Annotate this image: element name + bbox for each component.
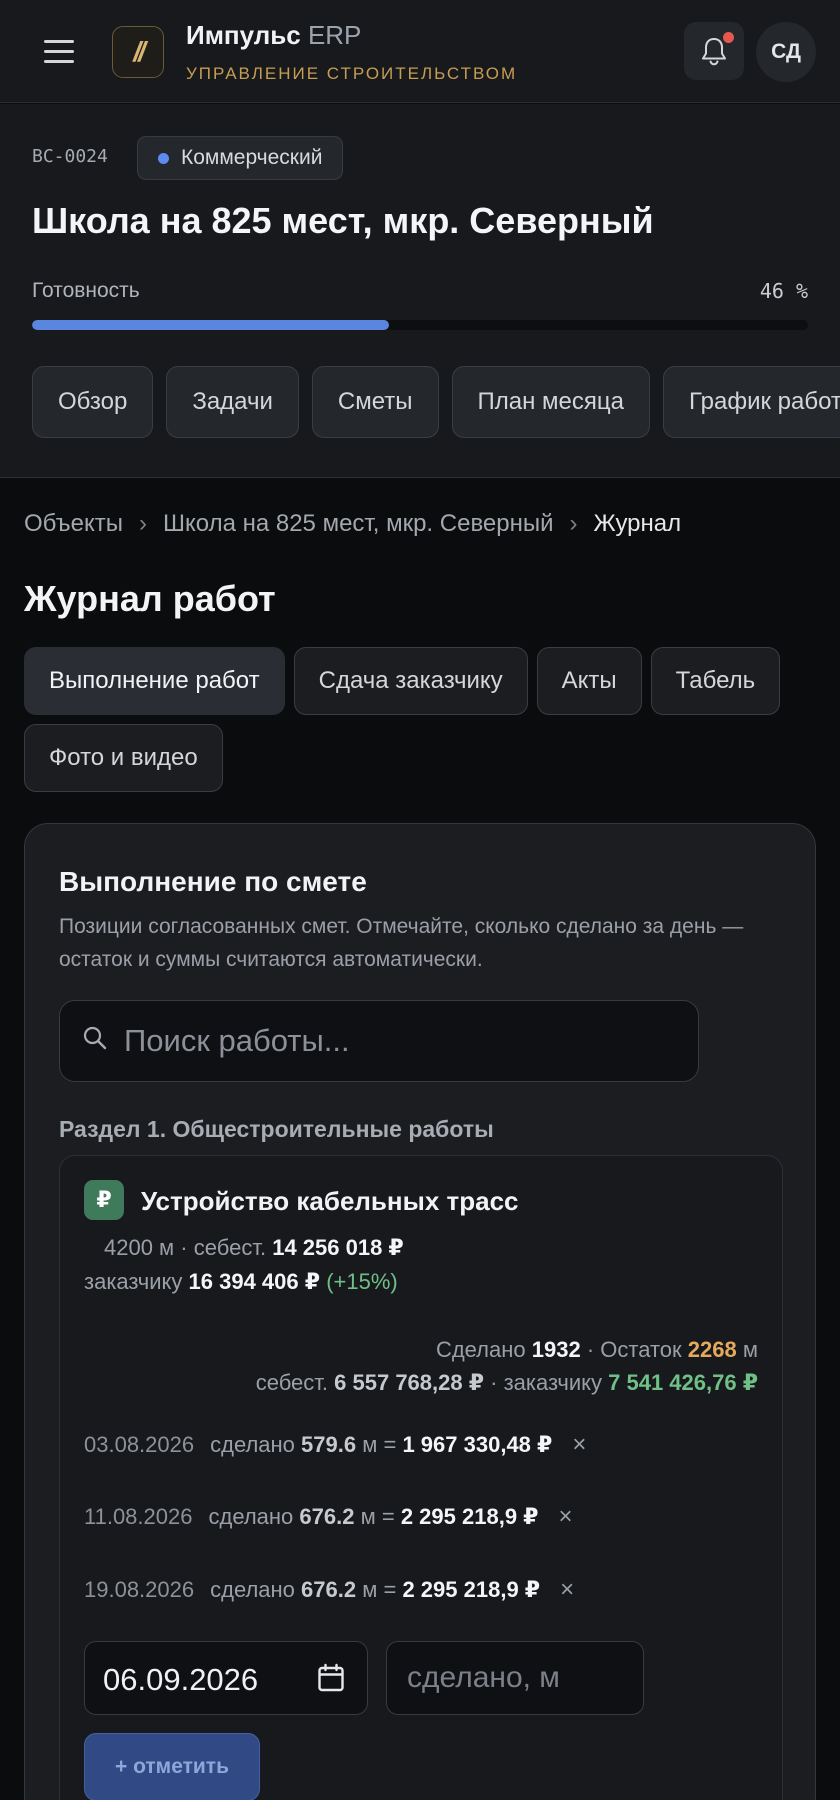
done-cost-label: себест. bbox=[255, 1370, 329, 1395]
card-title: Выполнение по смете bbox=[59, 866, 367, 897]
project-tab-schedule[interactable]: График работ bbox=[663, 366, 840, 438]
work-item-customer-label: заказчику bbox=[84, 1269, 183, 1294]
notifications-button[interactable] bbox=[684, 22, 744, 80]
logo: // bbox=[112, 26, 164, 78]
breadcrumb-item-current: Журнал bbox=[593, 510, 682, 537]
log-entry-qty: 676.2 bbox=[299, 1504, 355, 1529]
log-entry-date: 19.08.2026 bbox=[84, 1577, 195, 1602]
log-entry-date: 11.08.2026 bbox=[84, 1504, 193, 1529]
breadcrumb: Объекты › Школа на 825 мест, мкр. Северн… bbox=[24, 510, 681, 538]
work-item-cost-value: 14 256 018 ₽ bbox=[272, 1235, 404, 1260]
work-item-progress-summary: Сделано 1932 · Остаток 2268 м bbox=[435, 1337, 758, 1362]
readiness-value: 46 % bbox=[759, 279, 808, 303]
log-entry-sum: 2 295 218,9 ₽ bbox=[400, 1504, 539, 1529]
work-item-customer-value: 16 394 406 ₽ bbox=[188, 1269, 321, 1294]
work-item-markup: (+15%) bbox=[326, 1269, 398, 1294]
log-entry-date: 03.08.2026 bbox=[84, 1432, 195, 1457]
delete-entry-icon[interactable]: × bbox=[572, 1431, 586, 1459]
search-icon bbox=[83, 1026, 107, 1050]
top-bar: // Импульс ERP УПРАВЛЕНИЕ СТРОИТЕЛЬСТВОМ… bbox=[0, 0, 840, 103]
avatar[interactable]: СД bbox=[756, 22, 816, 82]
breadcrumb-item-project[interactable]: Школа на 825 мест, мкр. Северный bbox=[163, 510, 554, 538]
work-item-cost-label: себест. bbox=[193, 1235, 267, 1260]
breadcrumb-separator: › bbox=[138, 510, 147, 537]
menu-icon[interactable] bbox=[44, 40, 76, 64]
brand-subtitle: УПРАВЛЕНИЕ СТРОИТЕЛЬСТВОМ bbox=[186, 64, 518, 83]
done-quantity-field[interactable] bbox=[386, 1641, 644, 1715]
project-code: BC-0024 bbox=[32, 146, 108, 167]
done-value: 1932 bbox=[531, 1337, 581, 1362]
brand-name: Импульс bbox=[186, 20, 301, 50]
log-entry-qty: 676.2 bbox=[301, 1577, 357, 1602]
estimate-execution-card: Выполнение по смете Позиции согласованны… bbox=[24, 823, 816, 1800]
brand-title: Импульс ERP bbox=[186, 20, 361, 51]
page-title: Журнал работ bbox=[24, 578, 276, 619]
done-label: Сделано bbox=[435, 1337, 526, 1362]
search-input[interactable] bbox=[124, 1001, 684, 1081]
tab-customer-handover[interactable]: Сдача заказчику bbox=[293, 647, 528, 715]
mark-done-button[interactable]: + отметить bbox=[84, 1733, 260, 1800]
log-entry-unit: м = bbox=[362, 1577, 397, 1602]
remaining-value: 2268 bbox=[687, 1337, 737, 1362]
done-customer-value: 7 541 426,76 ₽ bbox=[608, 1370, 758, 1395]
log-entry: 03.08.2026 сделано 579.6 м = 1 967 330,4… bbox=[84, 1431, 586, 1459]
project-tabs: Обзор Задачи Сметы План месяца График ра… bbox=[32, 366, 840, 438]
unit-label: м bbox=[742, 1337, 758, 1362]
log-entry-sum: 1 967 330,48 ₽ bbox=[402, 1432, 553, 1457]
work-item-name: Устройство кабельных трасс bbox=[141, 1186, 519, 1216]
project-tab-estimates[interactable]: Сметы bbox=[311, 366, 439, 438]
section-title: Раздел 1. Общестроительные работы bbox=[59, 1116, 494, 1142]
tab-acts[interactable]: Акты bbox=[536, 647, 642, 715]
calendar-icon[interactable] bbox=[317, 1663, 345, 1693]
log-entry: 19.08.2026 сделано 676.2 м = 2 295 218,9… bbox=[84, 1576, 574, 1604]
work-item-customer-total: заказчику 16 394 406 ₽ (+15%) bbox=[84, 1269, 398, 1295]
readiness-label: Готовность bbox=[32, 279, 140, 302]
delete-entry-icon[interactable]: × bbox=[558, 1503, 572, 1531]
project-tab-month-plan[interactable]: План месяца bbox=[451, 366, 650, 438]
brand-suffix: ERP bbox=[307, 20, 362, 50]
delete-entry-icon[interactable]: × bbox=[560, 1576, 574, 1604]
card-description: Позиции согласованных смет. Отмечайте, с… bbox=[59, 915, 744, 971]
log-entry: 11.08.2026 сделано 676.2 м = 2 295 218,9… bbox=[84, 1503, 572, 1531]
done-customer-label: заказчику bbox=[503, 1370, 602, 1395]
log-entry-sum: 2 295 218,9 ₽ bbox=[402, 1577, 541, 1602]
project-type-dot bbox=[158, 152, 169, 164]
done-quantity-input[interactable] bbox=[387, 1642, 643, 1714]
search-box[interactable] bbox=[59, 1000, 699, 1082]
notification-dot bbox=[723, 32, 734, 43]
date-field[interactable]: 06.09.2026 bbox=[84, 1641, 368, 1715]
tab-timesheet[interactable]: Табель bbox=[650, 647, 781, 715]
remaining-label: Остаток bbox=[600, 1337, 682, 1362]
work-item-totals: 4200 м · себест. 14 256 018 ₽ bbox=[104, 1235, 404, 1260]
work-item-done-sums: себест. 6 557 768,28 ₽ · заказчику 7 541… bbox=[255, 1370, 758, 1395]
log-entry-label: сделано bbox=[208, 1504, 294, 1529]
project-type-badge: Коммерческий bbox=[137, 136, 344, 180]
log-entry-label: сделано bbox=[210, 1432, 295, 1457]
ruble-icon: ₽ bbox=[84, 1180, 124, 1220]
journal-tabs: Выполнение работ Сдача заказчику Акты Та… bbox=[24, 647, 824, 792]
project-tab-overview[interactable]: Обзор bbox=[32, 366, 154, 438]
log-entry-unit: м = bbox=[362, 1432, 397, 1457]
project-type-label: Коммерческий bbox=[181, 146, 323, 169]
project-tab-tasks[interactable]: Задачи bbox=[166, 366, 299, 438]
project-header: BC-0024 Коммерческий Школа на 825 мест, … bbox=[0, 104, 840, 478]
tab-photo-video[interactable]: Фото и видео bbox=[24, 724, 223, 792]
work-item-quantity: 4200 м bbox=[104, 1235, 175, 1260]
log-entry-unit: м = bbox=[360, 1504, 395, 1529]
tab-work-execution[interactable]: Выполнение работ bbox=[24, 647, 285, 715]
done-cost-value: 6 557 768,28 ₽ bbox=[334, 1370, 485, 1395]
work-item: ₽ Устройство кабельных трасс 4200 м · се… bbox=[59, 1155, 783, 1800]
log-entry-label: сделано bbox=[210, 1577, 295, 1602]
project-title: Школа на 825 мест, мкр. Северный bbox=[32, 200, 654, 241]
breadcrumb-item-objects[interactable]: Объекты bbox=[24, 510, 123, 538]
readiness-progress-fill bbox=[32, 320, 389, 330]
readiness-progress-bar bbox=[32, 320, 808, 330]
breadcrumb-separator: › bbox=[569, 510, 578, 537]
date-field-value: 06.09.2026 bbox=[103, 1662, 259, 1697]
log-entry-qty: 579.6 bbox=[301, 1432, 357, 1457]
